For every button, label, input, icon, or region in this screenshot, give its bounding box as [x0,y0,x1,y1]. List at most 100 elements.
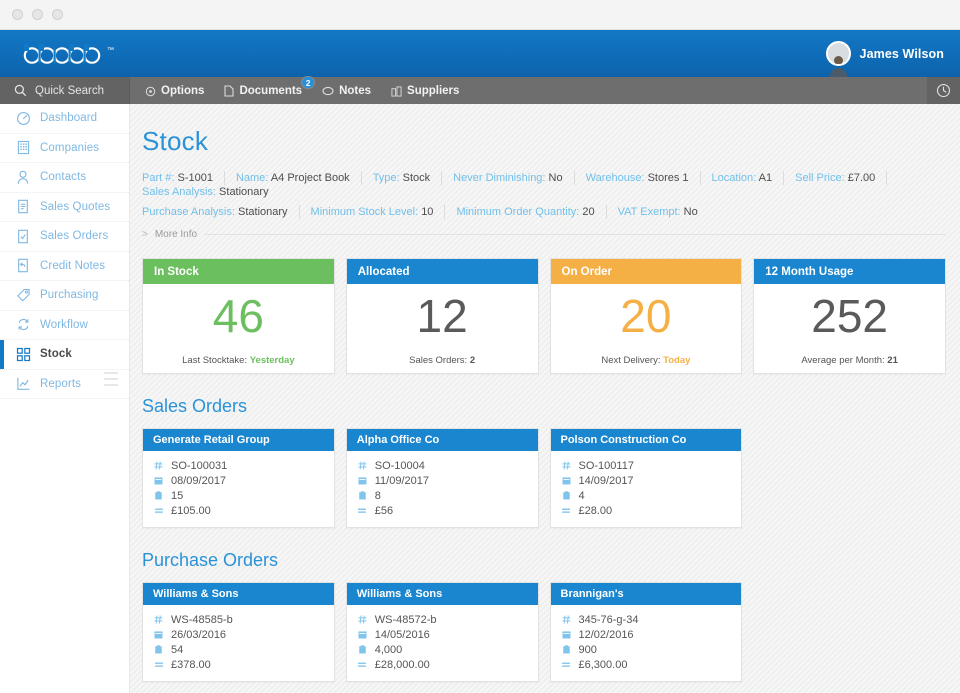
sidebar-item-contacts[interactable]: Contacts [0,163,129,193]
sidebar-item-label: Purchasing [40,289,99,302]
page-title: Stock [142,126,209,156]
metadata-item: Never Diminishing: No [453,171,575,185]
order-date-line: 14/09/2017 [561,473,742,488]
calendar-icon [357,630,368,639]
tab-notes-label: Notes [339,85,372,97]
history-button[interactable] [927,77,960,104]
kpi-card-allocated[interactable]: Allocated 12 Sales Orders: 2 [345,258,539,374]
order-ref-line: WS-48585-b [153,612,334,627]
tab-suppliers[interactable]: Suppliers [391,77,459,104]
sidebar-item-credit-notes[interactable]: Credit Notes [0,252,129,281]
user-menu[interactable]: James Wilson [825,41,960,77]
tab-options[interactable]: Options [145,77,204,104]
kpi-card-12-month-usage[interactable]: 12 Month Usage 252 Average per Month: 21 [753,258,946,374]
doc-check-icon [15,228,31,244]
metadata-item: Purchase Analysis: Stationary [142,205,300,219]
window-minimize-button[interactable] [32,9,43,20]
order-date-line: 26/03/2016 [153,627,334,642]
window-maximize-button[interactable] [52,9,63,20]
order-date-line: 08/09/2017 [153,473,334,488]
kpi-footer: Last Stocktake: Yesterday [182,355,295,366]
sidebar-item-stock[interactable]: Stock [0,340,129,370]
sidebar-item-label: Credit Notes [40,259,106,272]
purchase-order-card[interactable]: Williams & Sons WS-48572-b 14/05/2016 4,… [345,582,539,682]
person-icon [15,169,31,185]
purchase-order-card[interactable]: Brannigan's 345-76-g-34 12/02/2016 900 £… [549,582,743,682]
order-qty-line: 900 [561,642,742,657]
sidebar-item-sales-orders[interactable]: Sales Orders [0,222,129,252]
chevron-right-icon: > [142,229,148,240]
tab-documents[interactable]: Documents 2 [224,76,316,104]
metadata-row: Part #: S-1001 Name: A4 Project Book Typ… [142,171,946,199]
building-icon [15,140,31,156]
calendar-icon [153,476,164,485]
window-close-button[interactable] [12,9,23,20]
metadata-item: Minimum Order Quantity: 20 [456,205,607,219]
sales-order-card[interactable]: Alpha Office Co SO-10004 11/09/2017 8 £5… [345,428,539,528]
order-company: Williams & Sons [346,583,538,605]
tab-list: Options Documents 2 Notes Suppliers [130,76,459,104]
document-icon [224,85,235,97]
search-icon [14,84,27,97]
hash-icon [153,461,164,470]
app-logo[interactable]: ™ [0,30,130,77]
quick-search-input[interactable]: Quick Search [0,77,130,104]
kpi-title: 12 Month Usage [754,259,945,284]
purchase-order-card[interactable]: Williams & Sons WS-48585-b 26/03/2016 54… [142,582,335,682]
sidebar-item-workflow[interactable]: Workflow [0,311,129,340]
metadata-item: Sell Price: £7.00 [795,171,888,185]
metadata-item: Location: A1 [712,171,785,185]
order-ref-line: SO-100031 [153,458,334,473]
swap-icon [15,317,31,333]
sidebar-item-label: Reports [40,377,81,390]
kpi-title: Allocated [346,259,538,284]
order-ref-line: 345-76-g-34 [561,612,742,627]
avatar [825,41,851,77]
chart-icon [15,376,31,392]
calendar-icon [357,476,368,485]
order-total-line: £28.00 [561,503,742,518]
metadata-row: Purchase Analysis: Stationary Minimum St… [142,205,946,219]
sidebar-item-purchasing[interactable]: Purchasing [0,281,129,311]
box-icon [153,491,164,500]
metadata-item: Type: Stock [373,171,443,185]
sidebar: Dashboard Companies Contacts Sales Quote… [0,104,130,693]
collapse-sidebar-icon[interactable] [104,372,122,386]
kpi-value: 252 [811,290,888,342]
kpi-footer: Next Delivery: Today [601,355,691,366]
kpi-card-in-stock[interactable]: In Stock 46 Last Stocktake: Yesterday [142,258,335,374]
sidebar-item-dashboard[interactable]: Dashboard [0,104,129,134]
sales-orders-grid: Generate Retail Group SO-100031 08/09/20… [142,428,946,528]
purchase-orders-title: Purchase Orders [142,550,279,570]
sidebar-item-label: Sales Quotes [40,200,111,213]
more-info-label: More Info [154,229,198,240]
clock-icon [936,83,951,98]
tab-options-label: Options [161,85,205,97]
sales-order-card[interactable]: Generate Retail Group SO-100031 08/09/20… [142,428,335,528]
kpi-value: 20 [620,290,672,342]
gauge-icon [15,110,31,126]
sidebar-item-sales-quotes[interactable]: Sales Quotes [0,193,129,222]
sidebar-item-companies[interactable]: Companies [0,134,129,163]
order-qty-line: 4,000 [357,642,538,657]
gear-icon [145,86,156,96]
hash-icon [357,615,368,624]
order-ref-line: SO-10004 [357,458,538,473]
kpi-card-on-order[interactable]: On Order 20 Next Delivery: Today [549,258,743,374]
box-icon [561,645,572,654]
omono-logo-icon [23,43,101,64]
metadata-item: Warehouse: Stores 1 [586,171,701,185]
doc-lines-icon [15,199,31,215]
sales-orders-title: Sales Orders [142,396,248,416]
trademark-symbol: ™ [107,46,114,54]
calendar-icon [561,630,572,639]
order-company: Generate Retail Group [143,429,334,451]
window-titlebar [0,0,960,30]
hash-icon [357,461,368,470]
tab-notes[interactable]: Notes [322,77,371,104]
more-info-toggle[interactable]: > More Info [142,229,946,240]
sales-order-card[interactable]: Polson Construction Co SO-100117 14/09/2… [549,428,743,528]
sidebar-item-label: Contacts [40,171,87,184]
sidebar-item-label: Sales Orders [40,230,109,243]
order-total-line: £105.00 [153,503,334,518]
